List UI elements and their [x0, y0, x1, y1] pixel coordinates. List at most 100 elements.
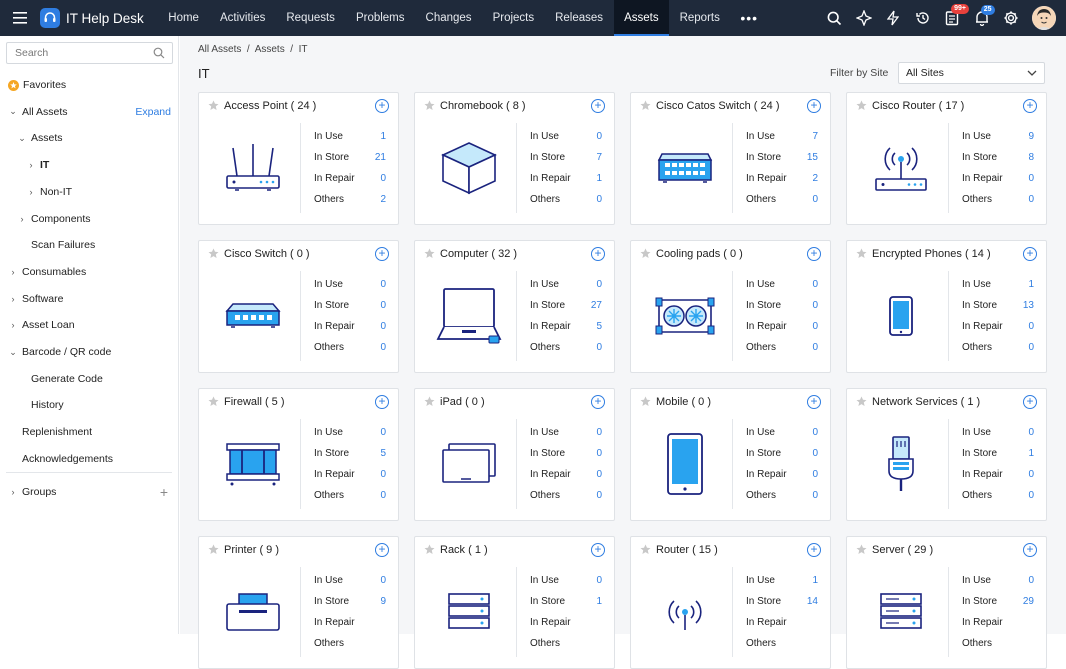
nav-tab-changes[interactable]: Changes [415, 0, 482, 36]
stat-value[interactable]: 0 [596, 131, 602, 142]
stat-value[interactable]: 9 [1028, 131, 1034, 142]
stat-value[interactable]: 0 [380, 342, 386, 353]
stat-value[interactable]: 0 [1028, 321, 1034, 332]
add-asset-icon[interactable]: + [375, 395, 389, 409]
nav-tab-home[interactable]: Home [158, 0, 210, 36]
breadcrumb[interactable]: All Assets / Assets / IT [198, 44, 307, 55]
stat-value[interactable]: 0 [380, 173, 386, 184]
asset-card[interactable]: Encrypted Phones ( 14 ) + In Use1In Stor… [846, 240, 1047, 373]
stat-value[interactable]: 0 [1028, 469, 1034, 480]
add-asset-icon[interactable]: + [1023, 247, 1037, 261]
asset-card-title[interactable]: Access Point ( 24 ) [224, 100, 316, 112]
favorite-star-icon[interactable] [208, 396, 219, 407]
stat-value[interactable]: 0 [812, 427, 818, 438]
nav-tab-problems[interactable]: Problems [345, 0, 415, 36]
asset-card[interactable]: Mobile ( 0 ) + In Use0In Store0In Repair… [630, 388, 831, 521]
favorite-star-icon[interactable] [424, 396, 435, 407]
requests-notification-icon[interactable]: 99+ [938, 0, 968, 36]
sidebar-item-replenishment[interactable]: Replenishment [0, 419, 178, 445]
stat-value[interactable]: 7 [812, 131, 818, 142]
favorite-star-icon[interactable] [856, 100, 867, 111]
stat-value[interactable]: 0 [380, 321, 386, 332]
search-icon[interactable] [820, 0, 850, 36]
sidebar-item-acknowledgements[interactable]: Acknowledgements [0, 446, 178, 472]
stat-value[interactable]: 0 [596, 448, 602, 459]
stat-value[interactable]: 29 [1023, 596, 1034, 607]
stat-value[interactable]: 0 [812, 279, 818, 290]
favorite-star-icon[interactable] [856, 396, 867, 407]
add-asset-icon[interactable]: + [807, 395, 821, 409]
sidebar-item-groups[interactable]: › Groups + [0, 479, 178, 505]
sidebar-item-scan-failures[interactable]: Scan Failures [0, 232, 178, 258]
stat-value[interactable]: 0 [812, 194, 818, 205]
nav-tab-assets[interactable]: Assets [614, 0, 670, 36]
stat-value[interactable]: 0 [1028, 194, 1034, 205]
app-logo[interactable]: IT Help Desk [40, 8, 144, 28]
asset-card-title[interactable]: Cisco Catos Switch ( 24 ) [656, 100, 779, 112]
asset-card[interactable]: Cisco Switch ( 0 ) + In Use0In Store0In … [198, 240, 399, 373]
stat-value[interactable]: 0 [1028, 427, 1034, 438]
asset-card[interactable]: Cisco Catos Switch ( 24 ) + In Use7In St… [630, 92, 831, 225]
stat-value[interactable]: 0 [812, 490, 818, 501]
add-asset-icon[interactable]: + [591, 543, 605, 557]
asset-card-title[interactable]: Firewall ( 5 ) [224, 396, 285, 408]
asset-card-title[interactable]: Network Services ( 1 ) [872, 396, 980, 408]
sidebar-item-software[interactable]: › Software [0, 286, 178, 312]
stat-value[interactable]: 0 [1028, 575, 1034, 586]
site-filter-select[interactable]: All Sites [898, 62, 1045, 84]
expand-link[interactable]: Expand [135, 106, 171, 118]
sidebar-item-non-it[interactable]: › Non-IT [0, 179, 178, 205]
stat-value[interactable]: 0 [812, 448, 818, 459]
stat-value[interactable]: 0 [596, 469, 602, 480]
sidebar-item-history[interactable]: History [0, 392, 178, 418]
asset-card[interactable]: Cooling pads ( 0 ) + In Use0In Store0In … [630, 240, 831, 373]
nav-tab-activities[interactable]: Activities [209, 0, 275, 36]
asset-card[interactable]: Access Point ( 24 ) + In Use1In Store21I… [198, 92, 399, 225]
add-asset-icon[interactable]: + [807, 99, 821, 113]
asset-card-title[interactable]: Encrypted Phones ( 14 ) [872, 248, 991, 260]
sidebar-item-components[interactable]: › Components [0, 206, 178, 232]
stat-value[interactable]: 7 [596, 152, 602, 163]
asset-card-title[interactable]: Cooling pads ( 0 ) [656, 248, 743, 260]
stat-value[interactable]: 1 [1028, 279, 1034, 290]
add-asset-icon[interactable]: + [1023, 99, 1037, 113]
asset-card-title[interactable]: Cisco Router ( 17 ) [872, 100, 964, 112]
asset-card[interactable]: Network Services ( 1 ) + In Use0In Store… [846, 388, 1047, 521]
stat-value[interactable]: 0 [812, 469, 818, 480]
favorite-star-icon[interactable] [856, 544, 867, 555]
stat-value[interactable]: 5 [380, 448, 386, 459]
nav-tab-releases[interactable]: Releases [545, 0, 614, 36]
add-asset-icon[interactable]: + [807, 247, 821, 261]
asset-card-title[interactable]: iPad ( 0 ) [440, 396, 485, 408]
add-asset-icon[interactable]: + [1023, 395, 1037, 409]
favorite-star-icon[interactable] [424, 100, 435, 111]
more-tabs-button[interactable]: ••• [730, 0, 768, 36]
stat-value[interactable]: 2 [380, 194, 386, 205]
sidebar-item-generate-code[interactable]: Generate Code [0, 366, 178, 392]
stat-value[interactable]: 0 [1028, 173, 1034, 184]
favorite-star-icon[interactable] [640, 396, 651, 407]
stat-value[interactable]: 0 [380, 427, 386, 438]
stat-value[interactable]: 0 [380, 575, 386, 586]
sidebar-item-asset-loan[interactable]: › Asset Loan [0, 312, 178, 338]
favorite-star-icon[interactable] [208, 544, 219, 555]
asset-card-title[interactable]: Mobile ( 0 ) [656, 396, 711, 408]
stat-value[interactable]: 0 [812, 321, 818, 332]
stat-value[interactable]: 0 [380, 279, 386, 290]
stat-value[interactable]: 1 [812, 575, 818, 586]
stat-value[interactable]: 0 [380, 490, 386, 501]
favorite-star-icon[interactable] [424, 544, 435, 555]
sidebar-item-barcode[interactable]: ⌄ Barcode / QR code [0, 339, 178, 365]
quick-create-icon[interactable] [849, 0, 879, 36]
favorite-star-icon[interactable] [424, 248, 435, 259]
stat-value[interactable]: 1 [596, 173, 602, 184]
asset-card[interactable]: Server ( 29 ) + In Use0In Store29In Repa… [846, 536, 1047, 669]
add-asset-icon[interactable]: + [807, 543, 821, 557]
stat-value[interactable]: 0 [380, 469, 386, 480]
stat-value[interactable]: 0 [596, 342, 602, 353]
asset-card-title[interactable]: Printer ( 9 ) [224, 544, 279, 556]
sidebar-item-assets[interactable]: ⌄ Assets [0, 125, 178, 151]
asset-card[interactable]: iPad ( 0 ) + In Use0In Store0In Repair0O… [414, 388, 615, 521]
nav-tab-requests[interactable]: Requests [276, 0, 346, 36]
add-group-icon[interactable]: + [160, 484, 168, 500]
